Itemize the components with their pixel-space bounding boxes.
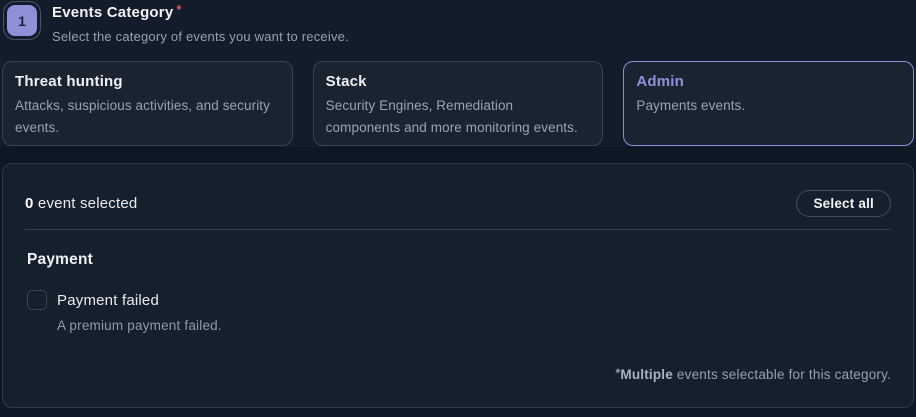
category-cards-row: Threat hunting Attacks, suspicious activ… [2, 61, 914, 146]
category-header-section: 1 Events Category* Select the category o… [0, 0, 916, 147]
event-label[interactable]: Payment failed [57, 292, 159, 309]
category-title: Threat hunting [15, 73, 280, 90]
section-subtitle: Select the category of events you want t… [52, 29, 349, 44]
category-description: Security Engines, Remediation components… [326, 95, 591, 138]
selected-count: 0 [25, 195, 34, 212]
required-asterisk: * [176, 2, 181, 17]
select-all-button[interactable]: Select all [796, 190, 891, 217]
events-category-step: 1 Events Category* Select the category o… [0, 0, 916, 417]
selected-count-label: event selected [34, 195, 138, 212]
payment-failed-checkbox[interactable] [27, 290, 47, 310]
event-description: A premium payment failed. [57, 318, 891, 333]
footnote: *Multiple events selectable for this cat… [616, 366, 892, 382]
category-title: Stack [326, 73, 591, 90]
category-card-admin[interactable]: Admin Payments events. [623, 61, 914, 146]
category-description: Payments events. [636, 95, 901, 117]
selected-count-line: 0 event selected [25, 195, 137, 212]
section-title: Events Category [52, 4, 173, 21]
step-number: 1 [7, 5, 37, 36]
section-title-line: Events Category* [52, 2, 349, 22]
events-selection-panel: 0 event selected Select all Payment Paym… [2, 163, 914, 408]
panel-header: 0 event selected Select all [25, 190, 891, 216]
category-card-threat-hunting[interactable]: Threat hunting Attacks, suspicious activ… [2, 61, 293, 146]
category-title: Admin [636, 73, 901, 90]
category-description: Attacks, suspicious activities, and secu… [15, 95, 280, 138]
footnote-text: events selectable for this category. [673, 367, 891, 382]
step-number-badge: 1 [3, 1, 41, 40]
category-card-stack[interactable]: Stack Security Engines, Remediation comp… [313, 61, 604, 146]
footnote-bold-word: Multiple [620, 367, 673, 382]
panel-divider [25, 229, 891, 230]
header-text-block: Events Category* Select the category of … [52, 2, 349, 44]
event-row-payment-failed: Payment failed [27, 290, 891, 310]
event-group-title: Payment [27, 251, 891, 269]
